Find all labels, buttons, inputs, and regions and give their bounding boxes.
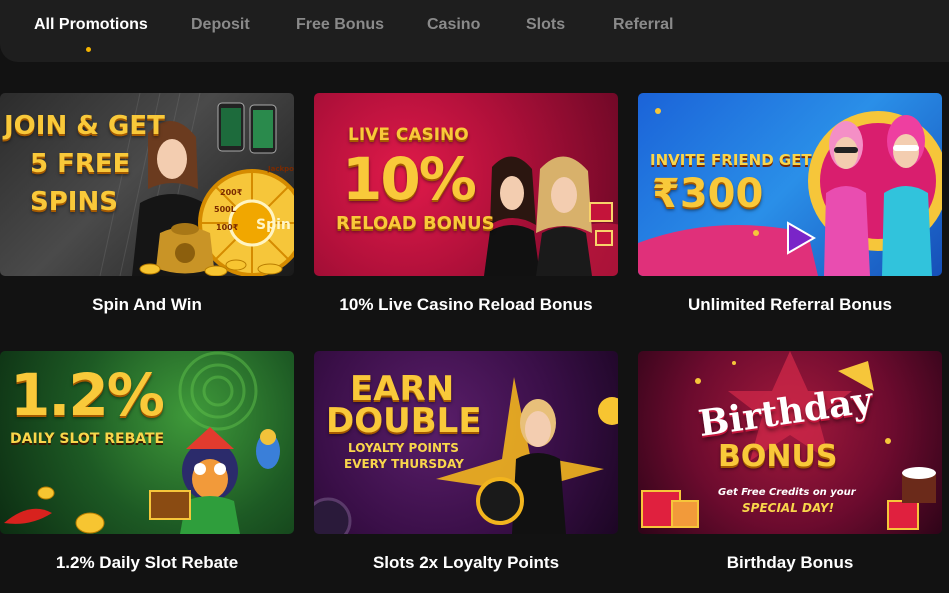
tab-slots[interactable]: Slots: [526, 16, 565, 34]
referral-banner-line1: INVITE FRIEND GET: [650, 151, 812, 169]
wheel-label-2: 500L: [214, 205, 236, 214]
slot-rebate-banner-line1: 1.2%: [10, 361, 165, 429]
tab-free-bonus[interactable]: Free Bonus: [296, 16, 384, 34]
spin-banner-line2: 5 FREE: [30, 149, 131, 179]
promo-title[interactable]: Birthday Bonus: [638, 553, 942, 573]
promo-banner-spin-and-win[interactable]: JOIN & GET 5 FREE SPINS 200₹ 500L 100₹ J…: [0, 93, 294, 276]
promo-banner-slot-rebate[interactable]: 1.2% DAILY SLOT REBATE: [0, 351, 294, 534]
wheel-label-5: Spin: [256, 217, 291, 233]
promo-title[interactable]: 1.2% Daily Slot Rebate: [0, 553, 294, 573]
promo-banner-loyalty[interactable]: EARN DOUBLE LOYALTY POINTS EVERY THURSDA…: [314, 351, 618, 534]
promo-title[interactable]: Spin And Win: [0, 295, 294, 315]
wheel-label-1: 200₹: [220, 188, 243, 197]
spin-banner-line3: SPINS: [30, 187, 118, 217]
wheel-label-3: 100₹: [216, 223, 239, 232]
loyalty-banner-line4: EVERY THURSDAY: [344, 457, 464, 471]
live-casino-banner-line3: RELOAD BONUS: [336, 213, 495, 234]
spin-banner-line1: JOIN & GET: [4, 111, 165, 141]
tab-referral[interactable]: Referral: [613, 16, 673, 34]
referral-banner-line2: ₹300: [652, 171, 764, 217]
promotion-tabbar: All Promotions Deposit Free Bonus Casino…: [0, 0, 949, 62]
birthday-banner-line4: SPECIAL DAY!: [742, 501, 835, 515]
loyalty-banner-line3: LOYALTY POINTS: [348, 441, 459, 455]
wheel-label-4: Jackpot: [268, 165, 294, 173]
loyalty-banner-line2: DOUBLE: [326, 401, 482, 441]
promo-banner-live-casino[interactable]: LIVE CASINO 10% RELOAD BONUS: [314, 93, 618, 276]
promo-title[interactable]: Slots 2x Loyalty Points: [314, 553, 618, 573]
live-casino-banner-line2: 10%: [342, 145, 477, 213]
birthday-banner-line3: Get Free Credits on your: [718, 487, 856, 498]
tab-casino[interactable]: Casino: [427, 16, 480, 34]
active-tab-indicator: [86, 47, 91, 52]
slot-rebate-banner-line2: DAILY SLOT REBATE: [10, 431, 165, 447]
promo-title[interactable]: Unlimited Referral Bonus: [638, 295, 942, 315]
live-casino-banner-line1: LIVE CASINO: [348, 125, 469, 145]
promo-banner-birthday[interactable]: Birthday BONUS Get Free Credits on your …: [638, 351, 942, 534]
tab-all-promotions[interactable]: All Promotions: [34, 16, 148, 34]
tab-deposit[interactable]: Deposit: [191, 16, 250, 34]
birthday-banner-line2: BONUS: [718, 439, 838, 474]
promo-banner-referral[interactable]: INVITE FRIEND GET ₹300: [638, 93, 942, 276]
promo-title[interactable]: 10% Live Casino Reload Bonus: [314, 295, 618, 315]
